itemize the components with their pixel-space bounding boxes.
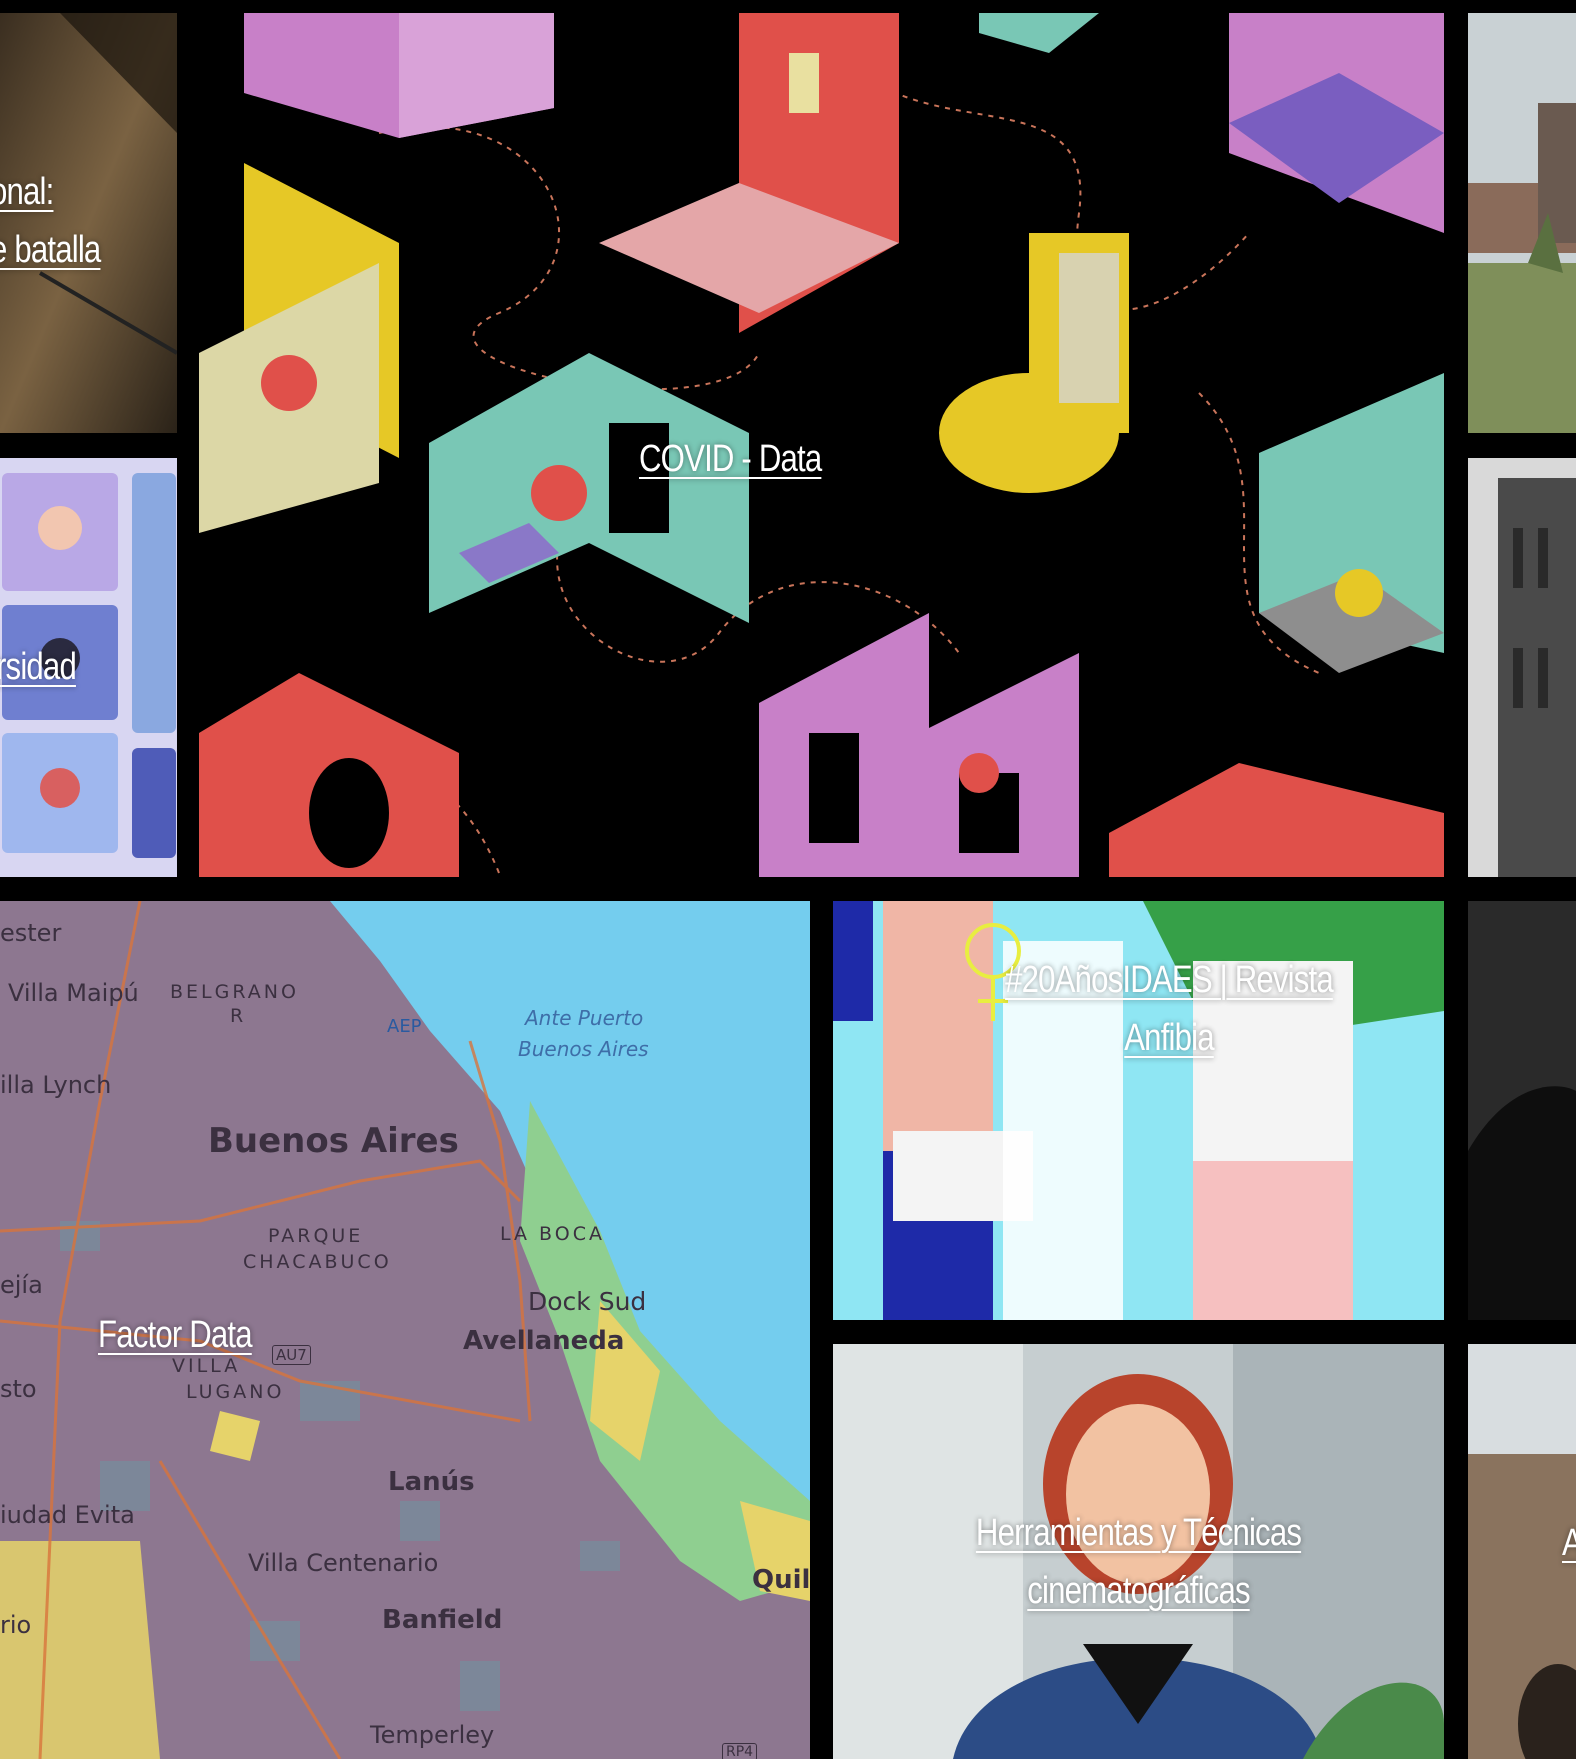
covid-illustration bbox=[199, 13, 1444, 877]
map-label: Ante Puerto bbox=[525, 1006, 644, 1030]
map-label: iudad Evita bbox=[0, 1501, 135, 1529]
map-label: ester bbox=[0, 919, 62, 947]
card-caption-line2: cinematográficas bbox=[1027, 1570, 1250, 1612]
map-label: RP4 bbox=[722, 1743, 758, 1759]
project-card-factor-data[interactable]: ester Villa Maipú BELGRANO R AEP Ante Pu… bbox=[0, 901, 810, 1759]
project-card-right-mid[interactable] bbox=[1468, 458, 1576, 877]
card-image bbox=[1468, 13, 1576, 433]
card-caption: rsidad bbox=[0, 646, 77, 688]
map-label: rio bbox=[0, 1611, 32, 1639]
card-caption-line2: Anfibia bbox=[1124, 1017, 1214, 1059]
card-caption-line1: #20AñosIDAES | Revista bbox=[1005, 959, 1334, 1001]
map-label: Lanús bbox=[388, 1467, 475, 1497]
map-label: Buenos Aires bbox=[518, 1037, 649, 1061]
map-label: CHACABUCO bbox=[243, 1251, 392, 1273]
card-caption-line2: e batalla bbox=[0, 229, 101, 271]
project-card-covid-data[interactable]: COVID - Data bbox=[199, 13, 1444, 877]
map-label: R bbox=[230, 1005, 244, 1027]
map-label: Banfield bbox=[382, 1605, 503, 1635]
project-card-right-bottom[interactable]: A bbox=[1468, 1344, 1576, 1759]
map-label: Temperley bbox=[370, 1721, 495, 1749]
card-caption: A bbox=[1562, 1514, 1576, 1572]
project-card-right-low[interactable] bbox=[1468, 901, 1576, 1320]
card-image bbox=[1468, 901, 1576, 1320]
project-card-left-top[interactable]: onal: e batalla bbox=[0, 13, 177, 433]
map-label: Quil bbox=[752, 1565, 810, 1595]
map-label: LUGANO bbox=[186, 1381, 285, 1403]
card-caption-line1: onal: bbox=[0, 171, 54, 213]
map-label: Dock Sud bbox=[528, 1287, 647, 1316]
map-label: LA BOCA bbox=[500, 1223, 605, 1245]
card-caption: Factor Data bbox=[98, 1314, 253, 1356]
map-label: BELGRANO bbox=[170, 981, 299, 1003]
project-card-left-mid[interactable]: rsidad bbox=[0, 458, 177, 877]
map-label: sto bbox=[0, 1375, 37, 1403]
card-caption-line1: Herramientas y Técnicas bbox=[975, 1512, 1302, 1554]
map-label: Villa Centenario bbox=[248, 1549, 439, 1577]
map-label: Villa Maipú bbox=[8, 979, 139, 1007]
map-label: Buenos Aires bbox=[208, 1121, 459, 1161]
card-caption: COVID - Data bbox=[639, 438, 822, 480]
map-label: Avellaneda bbox=[463, 1326, 625, 1356]
map-label: AEP bbox=[387, 1016, 422, 1037]
map-label: illa Lynch bbox=[0, 1071, 112, 1099]
map-label: AU7 bbox=[272, 1345, 311, 1365]
project-card-right-top[interactable] bbox=[1468, 13, 1576, 433]
card-image bbox=[1468, 1344, 1576, 1759]
project-card-revista-anfibia[interactable]: #20AñosIDAES | Revista Anfibia bbox=[833, 901, 1444, 1320]
map-label: PARQUE bbox=[268, 1225, 364, 1247]
card-image bbox=[1468, 458, 1576, 877]
project-card-herramientas[interactable]: Herramientas y Técnicas cinematográficas bbox=[833, 1344, 1444, 1759]
map-label: ejía bbox=[0, 1271, 43, 1299]
